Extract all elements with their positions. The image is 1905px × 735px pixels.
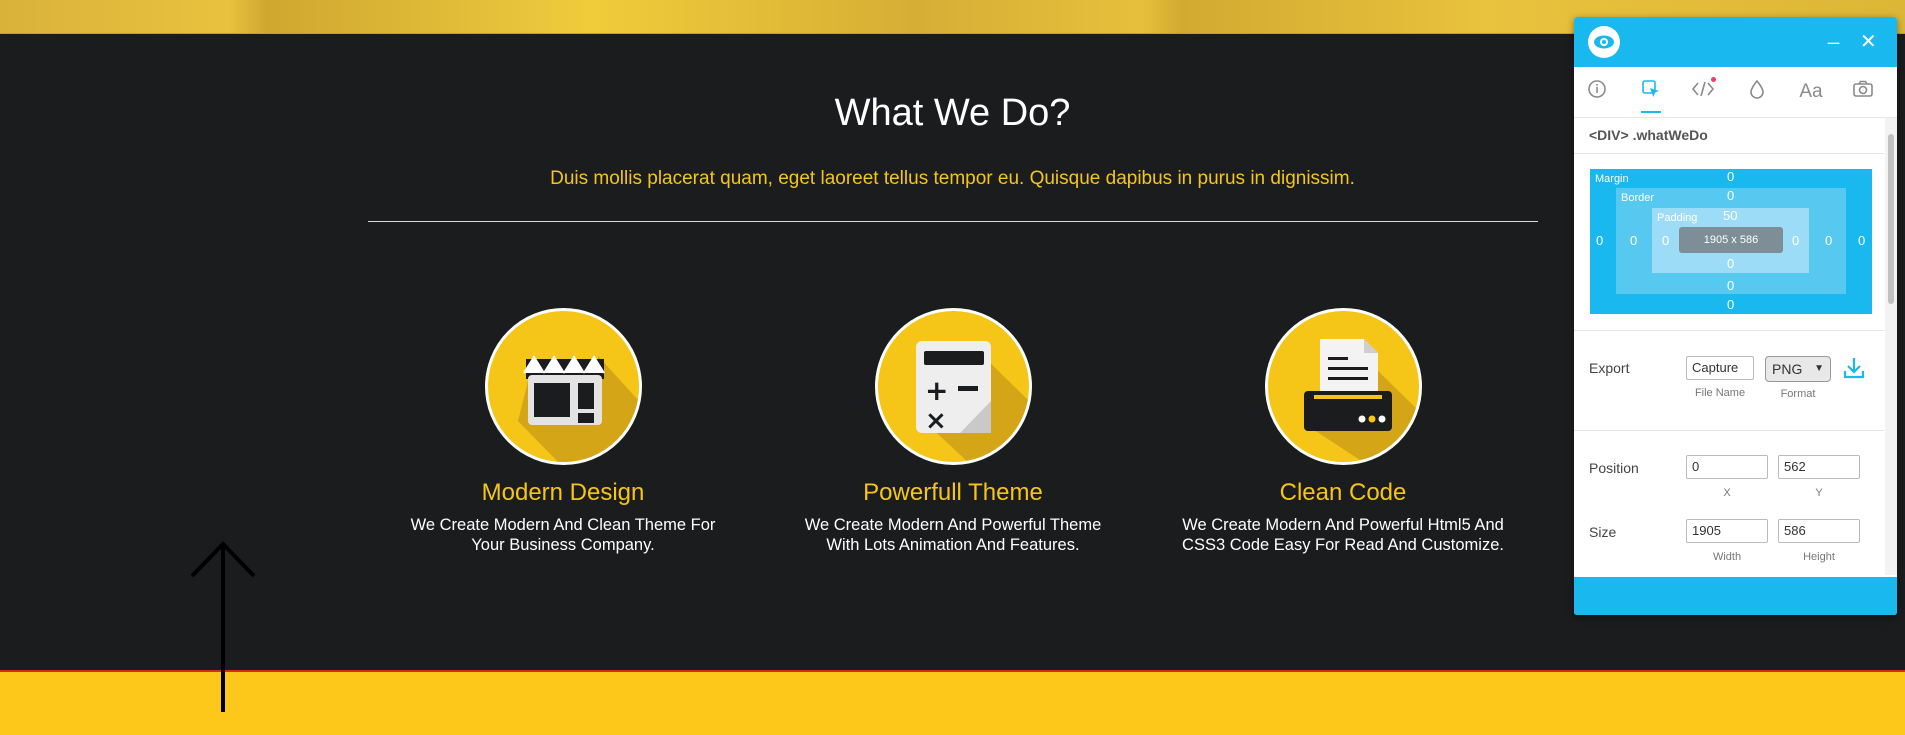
divider	[1574, 430, 1884, 431]
scrollbar-thumb[interactable]	[1888, 134, 1894, 304]
divider	[368, 221, 1538, 222]
border-label: Border	[1621, 192, 1655, 204]
close-button[interactable]: ✕	[1860, 29, 1877, 54]
margin-top: 0	[1727, 169, 1735, 184]
format-value: PNG	[1772, 361, 1803, 377]
padding-left: 0	[1662, 233, 1670, 248]
feature-title: Modern Design	[481, 479, 645, 506]
y-caption: Y	[1815, 487, 1823, 499]
divider	[1574, 153, 1884, 154]
svg-text:+: +	[925, 374, 948, 407]
width-caption: Width	[1712, 551, 1742, 563]
feature-title: Clean Code	[1279, 479, 1407, 506]
box-model-margin: Margin 0 0 0 0 Border 0 0 0 0 Padding 50…	[1590, 169, 1872, 314]
margin-bottom: 0	[1727, 297, 1735, 312]
selected-element-label: <DIV> .whatWeDo	[1589, 127, 1708, 143]
chevron-down-icon: ▼	[1814, 363, 1824, 374]
file-name-input[interactable]: Capture	[1686, 356, 1754, 380]
margin-label: Margin	[1595, 173, 1629, 185]
code-icon[interactable]	[1690, 77, 1716, 105]
border-left: 0	[1630, 233, 1638, 248]
minimize-button[interactable]: _	[1828, 23, 1839, 46]
position-x-input[interactable]: 0	[1686, 455, 1768, 479]
margin-right: 0	[1858, 233, 1866, 248]
feature-description: We Create Modern And Powerful Html5 And …	[1182, 516, 1504, 554]
footer-bar	[0, 670, 1905, 735]
panel-scrollbar[interactable]	[1885, 118, 1897, 575]
panel-header: _ ✕	[1574, 17, 1897, 67]
eye-logo-icon	[1588, 26, 1620, 58]
padding-bottom: 0	[1727, 256, 1735, 271]
calculator-icon: + ×	[874, 308, 1032, 465]
feature-card-powerfull-theme: + × Powerfull Theme We Create Modern And…	[783, 308, 1123, 555]
position-y-input[interactable]: 562	[1778, 455, 1860, 479]
size-label: Size	[1589, 524, 1617, 540]
padding-label: Padding	[1657, 212, 1698, 224]
feature-title: Powerfull Theme	[863, 479, 1043, 506]
border-top: 0	[1727, 188, 1735, 203]
feature-card-clean-code: Clean Code We Create Modern And Powerful…	[1173, 308, 1513, 555]
box-model-content: 1905 x 586	[1679, 227, 1783, 253]
feature-card-modern-design: Modern Design We Create Modern And Clean…	[393, 308, 733, 555]
border-bottom: 0	[1727, 278, 1735, 293]
size-height-input[interactable]: 586	[1778, 519, 1860, 543]
panel-tabs: Aa	[1574, 67, 1897, 118]
color-drop-icon[interactable]	[1744, 79, 1770, 105]
border-right: 0	[1825, 233, 1833, 248]
download-icon[interactable]	[1841, 355, 1867, 381]
shop-icon	[484, 308, 642, 465]
printer-icon	[1264, 308, 1422, 465]
feature-description: We Create Modern And Powerful Theme With…	[804, 516, 1102, 554]
format-select[interactable]: PNG ▼	[1765, 356, 1831, 382]
format-caption: Format	[1780, 388, 1816, 400]
x-caption: X	[1723, 487, 1731, 499]
padding-top: 50	[1723, 208, 1738, 223]
position-label: Position	[1589, 460, 1639, 476]
file-name-caption: File Name	[1694, 387, 1746, 399]
box-model-padding: Padding 50 0 0 0 1905 x 586	[1652, 208, 1809, 273]
divider	[1574, 330, 1884, 331]
panel-footer	[1574, 577, 1897, 615]
padding-right: 0	[1792, 233, 1800, 248]
size-width-input[interactable]: 1905	[1686, 519, 1768, 543]
margin-left: 0	[1596, 233, 1604, 248]
height-caption: Height	[1803, 551, 1835, 563]
info-icon[interactable]	[1584, 79, 1610, 105]
up-arrow-annotation-icon	[190, 541, 256, 712]
export-label: Export	[1589, 360, 1630, 376]
box-model-border: Border 0 0 0 0 Padding 50 0 0 0 1905 x 5…	[1616, 188, 1846, 294]
svg-text:×: ×	[925, 406, 947, 436]
font-icon[interactable]: Aa	[1796, 79, 1826, 105]
camera-icon[interactable]	[1850, 79, 1876, 105]
select-icon[interactable]	[1638, 79, 1664, 113]
inspector-panel: _ ✕ Aa <DIV> .whatWeDo Margin 0 0 0 0 Bo…	[1574, 17, 1897, 615]
notification-dot	[1711, 77, 1716, 82]
feature-description: We Create Modern And Clean Theme For You…	[410, 516, 716, 554]
